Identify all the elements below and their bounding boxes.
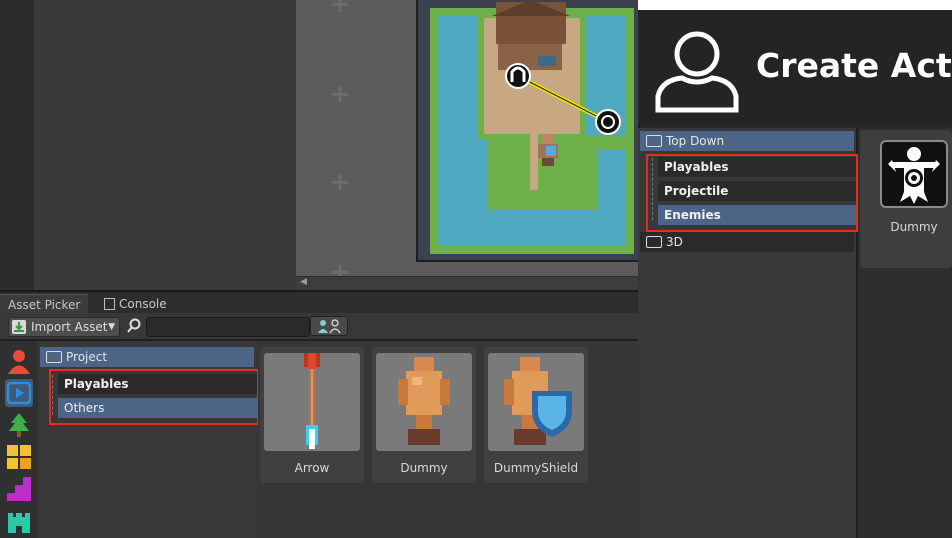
category-bar [0, 341, 39, 538]
tiles-icon[interactable] [5, 443, 33, 471]
tab-asset-picker-label: Asset Picker [8, 298, 81, 312]
stairs-icon[interactable] [5, 475, 33, 503]
asset-tree-panel: Project Playables Others [38, 341, 260, 538]
scarecrow-target-icon [880, 140, 948, 208]
tab-console[interactable]: Console [96, 294, 175, 314]
highlight-box [49, 369, 259, 425]
tab-console-label: Console [119, 297, 167, 311]
asset-label: DummyShield [493, 461, 579, 475]
tree-root-label: Top Down [666, 134, 725, 148]
asset-card-dummy[interactable]: Dummy [372, 347, 476, 483]
tree-root-project[interactable]: Project [40, 347, 254, 367]
actor-icon[interactable] [5, 347, 33, 375]
asset-label: Dummy [890, 220, 938, 234]
highlight-box [646, 154, 858, 232]
arrow-sprite [264, 353, 360, 451]
actor-avatar-icon [655, 31, 739, 113]
tree-icon[interactable] [5, 411, 33, 439]
scroll-left-arrow-icon[interactable]: ◀ [300, 277, 307, 287]
search-icon [126, 318, 142, 334]
castle-icon[interactable] [5, 507, 33, 535]
people-icon [318, 319, 341, 334]
scene-map-preview[interactable] [416, 0, 642, 262]
hierarchy-area [34, 0, 296, 290]
console-icon [104, 297, 115, 310]
scene-horizontal-scrollbar[interactable]: ◀ [296, 276, 638, 291]
dummy-sprite [376, 353, 472, 451]
tree-root-3d[interactable]: 3D [640, 232, 854, 252]
bottom-tab-bar: Asset Picker Console [0, 290, 638, 315]
page-title: Create Actor [756, 46, 952, 85]
playable-icon[interactable] [5, 379, 33, 407]
actor-tree-panel: Top Down Playables Projectile Enemies 3D [638, 128, 858, 538]
tree-root-label: 3D [666, 235, 683, 249]
left-strip [0, 0, 35, 290]
chevron-down-icon: ▼ [108, 322, 115, 332]
tab-asset-picker[interactable]: Asset Picker [0, 294, 89, 315]
dummy-shield-sprite [488, 353, 584, 451]
tree-guide-line [652, 158, 654, 220]
asset-card-dummyshield[interactable]: DummyShield [484, 347, 588, 483]
tree-root-label: Project [66, 350, 108, 364]
import-icon [12, 320, 26, 334]
asset-toolbar: Import Asset ▼ [0, 313, 638, 341]
asset-card-arrow[interactable]: Arrow [260, 347, 364, 483]
tree-guide-line [52, 375, 54, 415]
map-illustration [418, 0, 640, 260]
folder-icon [46, 350, 62, 363]
asset-label: Dummy [400, 461, 448, 475]
search-input[interactable] [146, 317, 310, 337]
people-filter-button[interactable] [310, 316, 348, 336]
grid-plus-icon: + [329, 80, 351, 108]
import-asset-label: Import Asset [31, 320, 108, 334]
folder-icon [646, 235, 662, 248]
asset-grid: Arrow Dummy DummyShield [258, 341, 638, 538]
asset-label: Arrow [294, 461, 330, 475]
tree-root-top-down[interactable]: Top Down [640, 131, 854, 151]
asset-card-dummy[interactable]: Dummy [860, 130, 952, 268]
top-white-strip [638, 0, 952, 10]
grid-plus-icon: + [329, 0, 351, 18]
import-asset-button[interactable]: Import Asset ▼ [8, 317, 120, 337]
folder-icon [646, 134, 662, 147]
grid-plus-icon: + [329, 168, 351, 196]
